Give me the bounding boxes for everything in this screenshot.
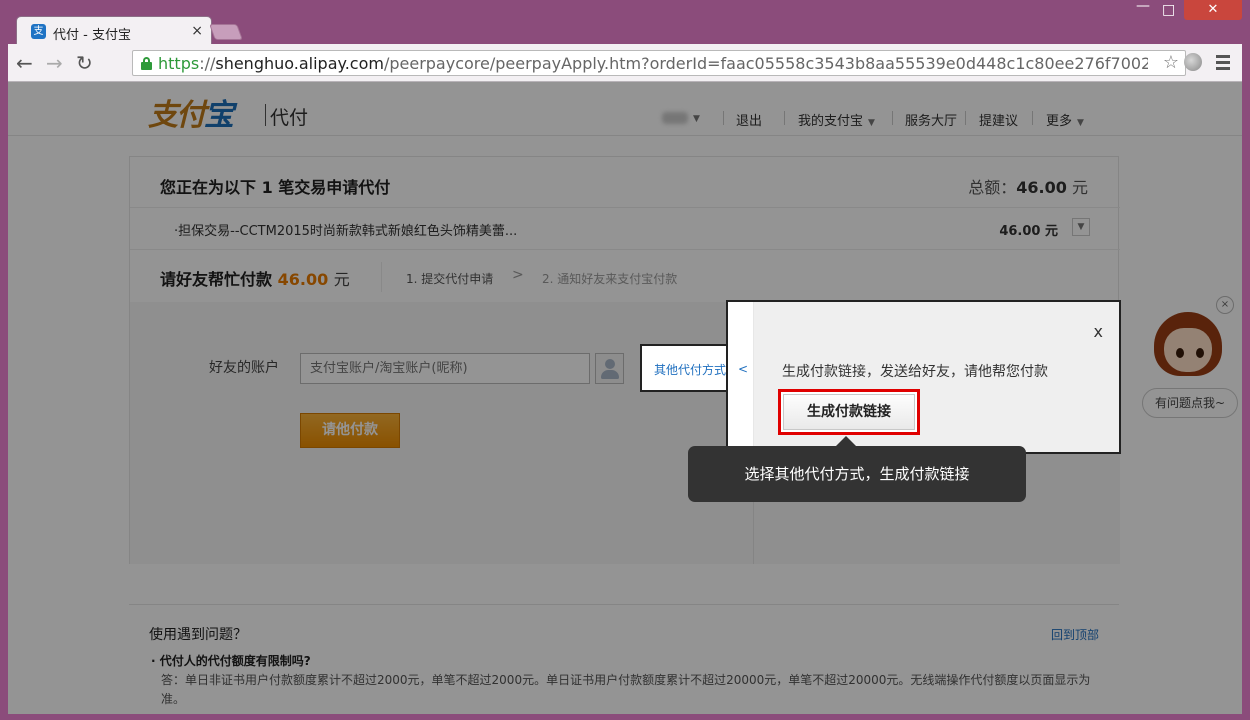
generate-link-panel: < x 生成付款链接，发送给好友，请他帮您付款 生成付款链接	[726, 300, 1121, 454]
generate-link-description: 生成付款链接，发送给好友，请他帮您付款	[782, 364, 1048, 380]
window-controls: — □ ✕	[1132, 0, 1242, 22]
collapse-arrow-icon[interactable]: <	[738, 362, 748, 376]
alipay-favicon-icon: 支	[31, 24, 46, 39]
url-path: /peerpaycore/peerpayApply.htm?orderId=fa…	[383, 54, 1148, 73]
other-pay-methods-label: 其他代付方式	[654, 363, 727, 377]
minimize-icon[interactable]: —	[1136, 0, 1150, 14]
generate-link-button[interactable]: 生成付款链接	[783, 394, 915, 430]
other-pay-methods-tab[interactable]: 其他代付方式	[640, 344, 732, 392]
url-text: https://shenghuo.alipay.com/peerpaycore/…	[158, 54, 1148, 73]
url-scheme: https	[158, 54, 200, 73]
back-arrow-icon[interactable]: ←	[16, 51, 33, 75]
forward-arrow-icon[interactable]: →	[46, 51, 63, 75]
tab-strip: 支 代付 - 支付宝 × — □ ✕	[8, 0, 1242, 46]
window-close-icon[interactable]: ✕	[1184, 0, 1242, 20]
extension-globe-icon[interactable]	[1184, 53, 1202, 71]
browser-window: 支 代付 - 支付宝 × — □ ✕ ← → ↻ https://shenghu…	[8, 0, 1242, 720]
tab-close-icon[interactable]: ×	[191, 23, 203, 39]
address-bar[interactable]: https://shenghuo.alipay.com/peerpaycore/…	[132, 50, 1186, 76]
bookmark-star-icon[interactable]: ☆	[1163, 52, 1179, 73]
tab-title: 代付 - 支付宝	[53, 28, 131, 43]
page-content: 支付宝 代付 ▼ 退出 我的支付宝 ▼ 服务大厅 提建议 更多 ▼ 您正在为以下 1…	[8, 82, 1242, 714]
url-host: shenghuo.alipay.com	[215, 54, 384, 73]
browser-toolbar: ← → ↻ https://shenghuo.alipay.com/peerpa…	[8, 44, 1242, 82]
new-tab-button[interactable]	[209, 24, 243, 40]
highlight-frame: 生成付款链接	[778, 389, 920, 435]
panel-close-icon[interactable]: x	[1094, 322, 1103, 341]
guide-tooltip: 选择其他代付方式，生成付款链接	[688, 436, 1026, 502]
browser-menu-icon[interactable]	[1216, 55, 1230, 73]
reload-icon[interactable]: ↻	[76, 51, 93, 75]
browser-tab[interactable]: 支 代付 - 支付宝 ×	[16, 16, 212, 46]
maximize-icon[interactable]: □	[1162, 2, 1175, 18]
guide-tooltip-text: 选择其他代付方式，生成付款链接	[744, 465, 970, 483]
secure-lock-icon	[141, 57, 152, 70]
url-separator: ://	[199, 54, 216, 73]
